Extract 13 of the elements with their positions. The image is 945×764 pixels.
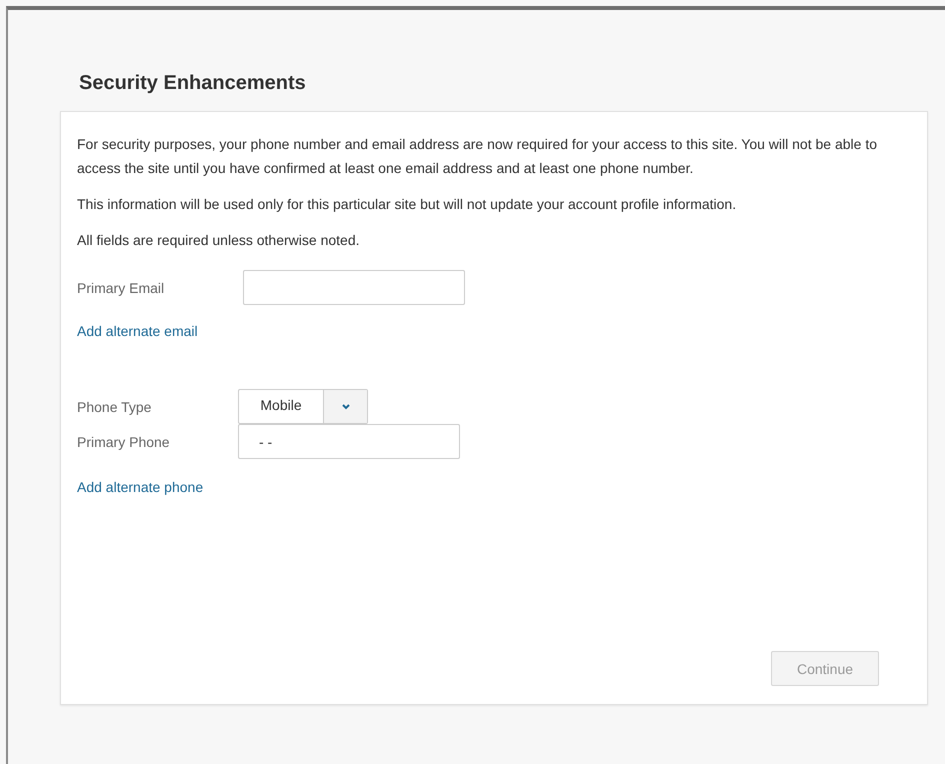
field-label: Primary Email (77, 280, 166, 296)
phone-input[interactable]: - - (238, 424, 460, 459)
field-label: Phone Type (77, 398, 152, 414)
page-title: Security Enhancements (79, 72, 307, 95)
chevron-down-icon (342, 404, 350, 410)
email-input[interactable] (243, 270, 465, 305)
info-paragraph: All fields are required unless otherwise noted. (77, 231, 360, 250)
info-paragraph: For security purposes, your phone number and email address are now required for your access to this site. You will not be able to access the site until you have confirmed at least one email address and at least one phone number. (77, 135, 877, 178)
info-paragraph: This information will be used only for this particular site but will not update your account profile information. (77, 195, 738, 214)
add-email-link[interactable]: Add alternate email (77, 323, 198, 339)
add-phone-link[interactable]: Add alternate phone (77, 479, 204, 495)
phone-type-select[interactable]: Mobile (238, 389, 368, 424)
field-label: Primary Phone (77, 434, 171, 450)
